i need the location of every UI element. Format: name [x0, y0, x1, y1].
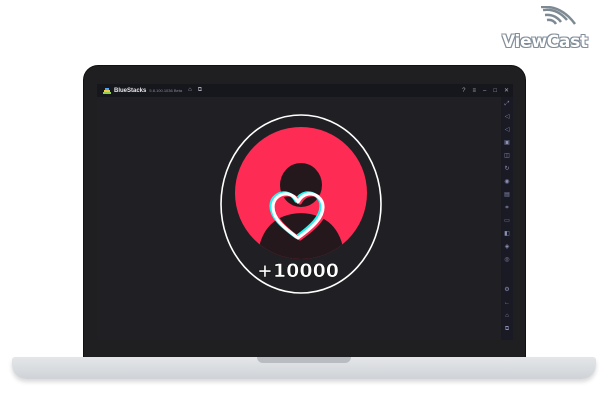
- settings-icon[interactable]: ⚙: [504, 287, 510, 293]
- folder-icon[interactable]: ▭: [504, 218, 510, 224]
- screen-record-icon[interactable]: ▣: [504, 140, 510, 146]
- home-icon[interactable]: ⌂: [188, 84, 192, 97]
- bluestacks-logo-icon: [103, 87, 111, 94]
- title-bar: BlueStacks 5.8.100.1036 Beta ⌂ ⧉ ? ≡ – □…: [97, 84, 513, 97]
- help-icon[interactable]: ?: [462, 88, 465, 94]
- follower-counter: +10000: [257, 260, 339, 282]
- laptop-notch: [257, 357, 351, 363]
- scan-icon[interactable]: ⌗: [504, 205, 510, 211]
- maximize-icon[interactable]: □: [493, 88, 497, 94]
- layers-icon[interactable]: ◈: [504, 244, 510, 250]
- volume-down-icon[interactable]: ◁: [504, 127, 510, 133]
- screenshot-icon[interactable]: ◫: [504, 153, 510, 159]
- right-sidebar: ⤢ ◁ ◁ ▣ ◫ ↻ ◉ ▤ ⌗ ▭ ◧ ◈ ◎ ⚙ ← ⌂ ⧉: [501, 97, 513, 340]
- macro-icon[interactable]: ▤: [504, 192, 510, 198]
- shake-icon[interactable]: ◉: [504, 179, 510, 185]
- recent-apps-icon[interactable]: ⧉: [504, 326, 510, 332]
- window-version: 5.8.100.1036 Beta: [149, 88, 183, 93]
- signal-waves-icon: [541, 6, 577, 25]
- multi-instance-icon[interactable]: ⧉: [198, 84, 202, 97]
- app-content: +10000: [97, 97, 501, 340]
- viewcast-logo-text: ViewCast: [502, 32, 588, 52]
- fullscreen-icon[interactable]: ⤢: [504, 101, 510, 107]
- laptop-base: [12, 357, 596, 379]
- apk-icon[interactable]: ◧: [504, 231, 510, 237]
- menu-icon[interactable]: ≡: [472, 88, 476, 94]
- close-icon[interactable]: ✕: [504, 87, 509, 94]
- window-controls: ? ≡ – □ ✕: [455, 84, 509, 97]
- android-home-icon[interactable]: ⌂: [504, 313, 510, 319]
- eco-mode-icon[interactable]: ◎: [504, 257, 510, 263]
- bluestacks-window: BlueStacks 5.8.100.1036 Beta ⌂ ⧉ ? ≡ – □…: [97, 84, 513, 340]
- app-splash: +10000: [220, 114, 382, 294]
- minimize-icon[interactable]: –: [483, 88, 486, 94]
- volume-up-icon[interactable]: ◁: [504, 114, 510, 120]
- rotate-icon[interactable]: ↻: [504, 166, 510, 172]
- back-icon[interactable]: ←: [504, 300, 510, 306]
- viewcast-watermark: ViewCast: [499, 6, 599, 52]
- window-title: BlueStacks: [114, 87, 147, 94]
